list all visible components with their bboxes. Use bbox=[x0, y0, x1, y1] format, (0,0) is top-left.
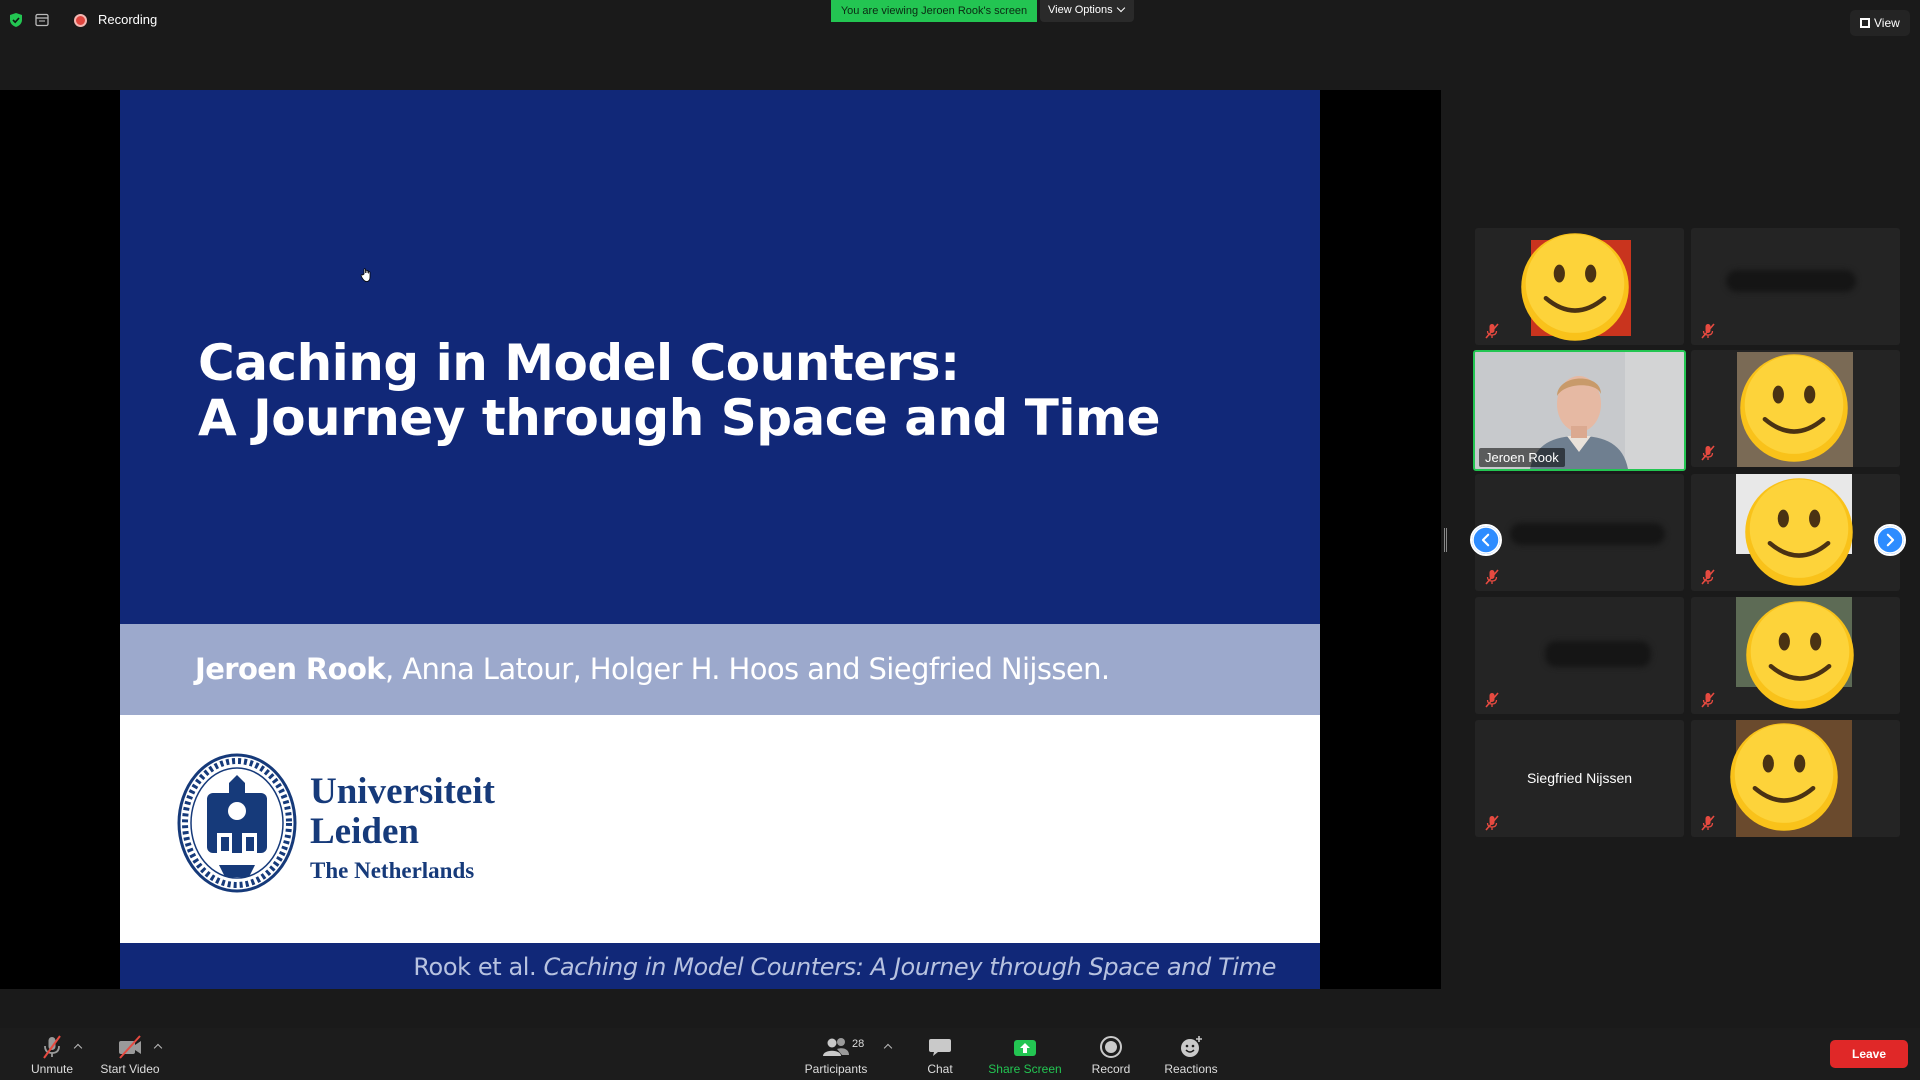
blurred-name bbox=[1545, 641, 1651, 667]
record-icon bbox=[1100, 1036, 1122, 1058]
slide-title-line-2: A Journey through Space and Time bbox=[198, 389, 1161, 447]
participant-tile[interactable] bbox=[1691, 597, 1900, 714]
slide-presenter-name: Jeroen Rook bbox=[195, 652, 386, 686]
blurred-name bbox=[1510, 523, 1665, 545]
muted-mic-icon bbox=[1701, 815, 1715, 831]
slide-footer: Rook et al. Caching in Model Counters: A… bbox=[120, 943, 1320, 989]
leiden-university-logo-text: Universiteit Leiden The Netherlands bbox=[310, 772, 495, 886]
gallery-next-page-icon[interactable] bbox=[1874, 524, 1906, 556]
share-screen-label: Share Screen bbox=[988, 1062, 1062, 1076]
slide-title: Caching in Model Counters: A Journey thr… bbox=[198, 334, 1161, 447]
participants-count: 28 bbox=[852, 1038, 865, 1050]
muted-mic-icon bbox=[43, 1035, 61, 1059]
participants-icon bbox=[823, 1038, 849, 1056]
smiley-face-icon bbox=[1521, 233, 1629, 341]
record-label: Record bbox=[1091, 1062, 1131, 1076]
chevron-down-icon bbox=[1116, 3, 1125, 13]
start-video-label: Start Video bbox=[100, 1062, 160, 1076]
smiley-face-icon bbox=[1746, 601, 1854, 709]
video-off-icon bbox=[119, 1035, 141, 1059]
viewing-screen-banner: You are viewing Jeroen Rook's screen bbox=[831, 0, 1037, 22]
muted-mic-icon bbox=[1701, 569, 1715, 585]
participant-tile[interactable] bbox=[1691, 228, 1900, 345]
chat-label: Chat bbox=[927, 1062, 953, 1076]
chat-button[interactable]: Chat bbox=[915, 1034, 965, 1076]
view-options-button[interactable]: View Options bbox=[1040, 0, 1134, 22]
participant-tile-active-speaker[interactable]: Jeroen Rook bbox=[1473, 350, 1686, 471]
logo-line-1: Universiteit bbox=[310, 771, 495, 812]
leave-button[interactable]: Leave bbox=[1830, 1040, 1908, 1068]
blurred-name bbox=[1726, 270, 1856, 292]
slide-authors: Jeroen Rook, Anna Latour, Holger H. Hoos… bbox=[195, 652, 1110, 686]
reactions-smiley-icon bbox=[1181, 1036, 1202, 1057]
start-video-button[interactable]: Start Video bbox=[95, 1034, 165, 1076]
footer-citation: Rook et al. bbox=[413, 953, 544, 981]
participant-tile[interactable] bbox=[1691, 474, 1900, 591]
participants-label: Participants bbox=[804, 1062, 868, 1076]
unmute-label: Unmute bbox=[30, 1062, 74, 1076]
participant-tile[interactable] bbox=[1475, 228, 1684, 345]
smiley-face-icon bbox=[1730, 723, 1838, 831]
presentation-slide: Caching in Model Counters: A Journey thr… bbox=[120, 90, 1320, 989]
view-layout-icon bbox=[1860, 18, 1870, 28]
participant-tile[interactable] bbox=[1691, 720, 1900, 837]
hand-cursor-icon bbox=[360, 268, 371, 282]
unmute-button[interactable]: Unmute bbox=[22, 1034, 82, 1076]
muted-mic-icon bbox=[1485, 323, 1499, 339]
reactions-button[interactable]: Reactions bbox=[1160, 1034, 1222, 1076]
muted-mic-icon bbox=[1701, 323, 1715, 339]
participant-tile[interactable] bbox=[1475, 597, 1684, 714]
slide-authors-band: Jeroen Rook, Anna Latour, Holger H. Hoos… bbox=[120, 624, 1320, 715]
zoom-meeting-window: Recording You are viewing Jeroen Rook's … bbox=[0, 0, 1920, 1080]
footer-title: Caching in Model Counters: A Journey thr… bbox=[543, 953, 1276, 981]
gallery-prev-page-icon[interactable] bbox=[1470, 524, 1502, 556]
share-screen-button[interactable]: Share Screen bbox=[982, 1034, 1068, 1076]
smiley-face-icon bbox=[1740, 354, 1848, 462]
meeting-info-icon[interactable] bbox=[34, 12, 50, 28]
muted-mic-icon bbox=[1701, 692, 1715, 708]
participant-tile[interactable] bbox=[1475, 474, 1684, 591]
view-button[interactable]: View bbox=[1850, 10, 1910, 36]
participant-tile[interactable] bbox=[1691, 350, 1900, 467]
reactions-label: Reactions bbox=[1164, 1062, 1218, 1076]
view-options-label: View Options bbox=[1048, 4, 1113, 16]
shield-check-icon[interactable] bbox=[8, 12, 24, 28]
muted-mic-icon bbox=[1485, 815, 1499, 831]
speaker-name-label: Jeroen Rook bbox=[1479, 448, 1565, 467]
share-screen-icon bbox=[1014, 1040, 1036, 1056]
slide-title-section: Caching in Model Counters: A Journey thr… bbox=[120, 90, 1320, 624]
muted-mic-icon bbox=[1485, 692, 1499, 708]
logo-line-3: The Netherlands bbox=[310, 858, 475, 883]
participant-tile[interactable]: Siegfried Nijssen bbox=[1475, 720, 1684, 837]
muted-mic-icon bbox=[1485, 569, 1499, 585]
muted-mic-icon bbox=[1701, 445, 1715, 461]
top-bar: Recording You are viewing Jeroen Rook's … bbox=[0, 0, 1920, 42]
shared-screen-area: Caching in Model Counters: A Journey thr… bbox=[0, 90, 1441, 989]
logo-line-2: Leiden bbox=[310, 811, 419, 852]
record-button[interactable]: Record bbox=[1085, 1034, 1137, 1076]
slide-coauthors: , Anna Latour, Holger H. Hoos and Siegfr… bbox=[384, 652, 1110, 686]
slide-title-line-1: Caching in Model Counters: bbox=[198, 334, 960, 392]
recording-label: Recording bbox=[98, 12, 158, 27]
panel-resize-handle[interactable] bbox=[1444, 528, 1447, 552]
leiden-university-seal-icon bbox=[177, 753, 297, 893]
participant-name: Siegfried Nijssen bbox=[1526, 770, 1633, 786]
smiley-face-icon bbox=[1745, 478, 1853, 586]
recording-dot-icon bbox=[74, 14, 87, 27]
slide-footer-text: Rook et al. Caching in Model Counters: A… bbox=[413, 953, 1276, 981]
view-label: View bbox=[1874, 16, 1900, 30]
chat-bubble-icon bbox=[929, 1039, 951, 1056]
